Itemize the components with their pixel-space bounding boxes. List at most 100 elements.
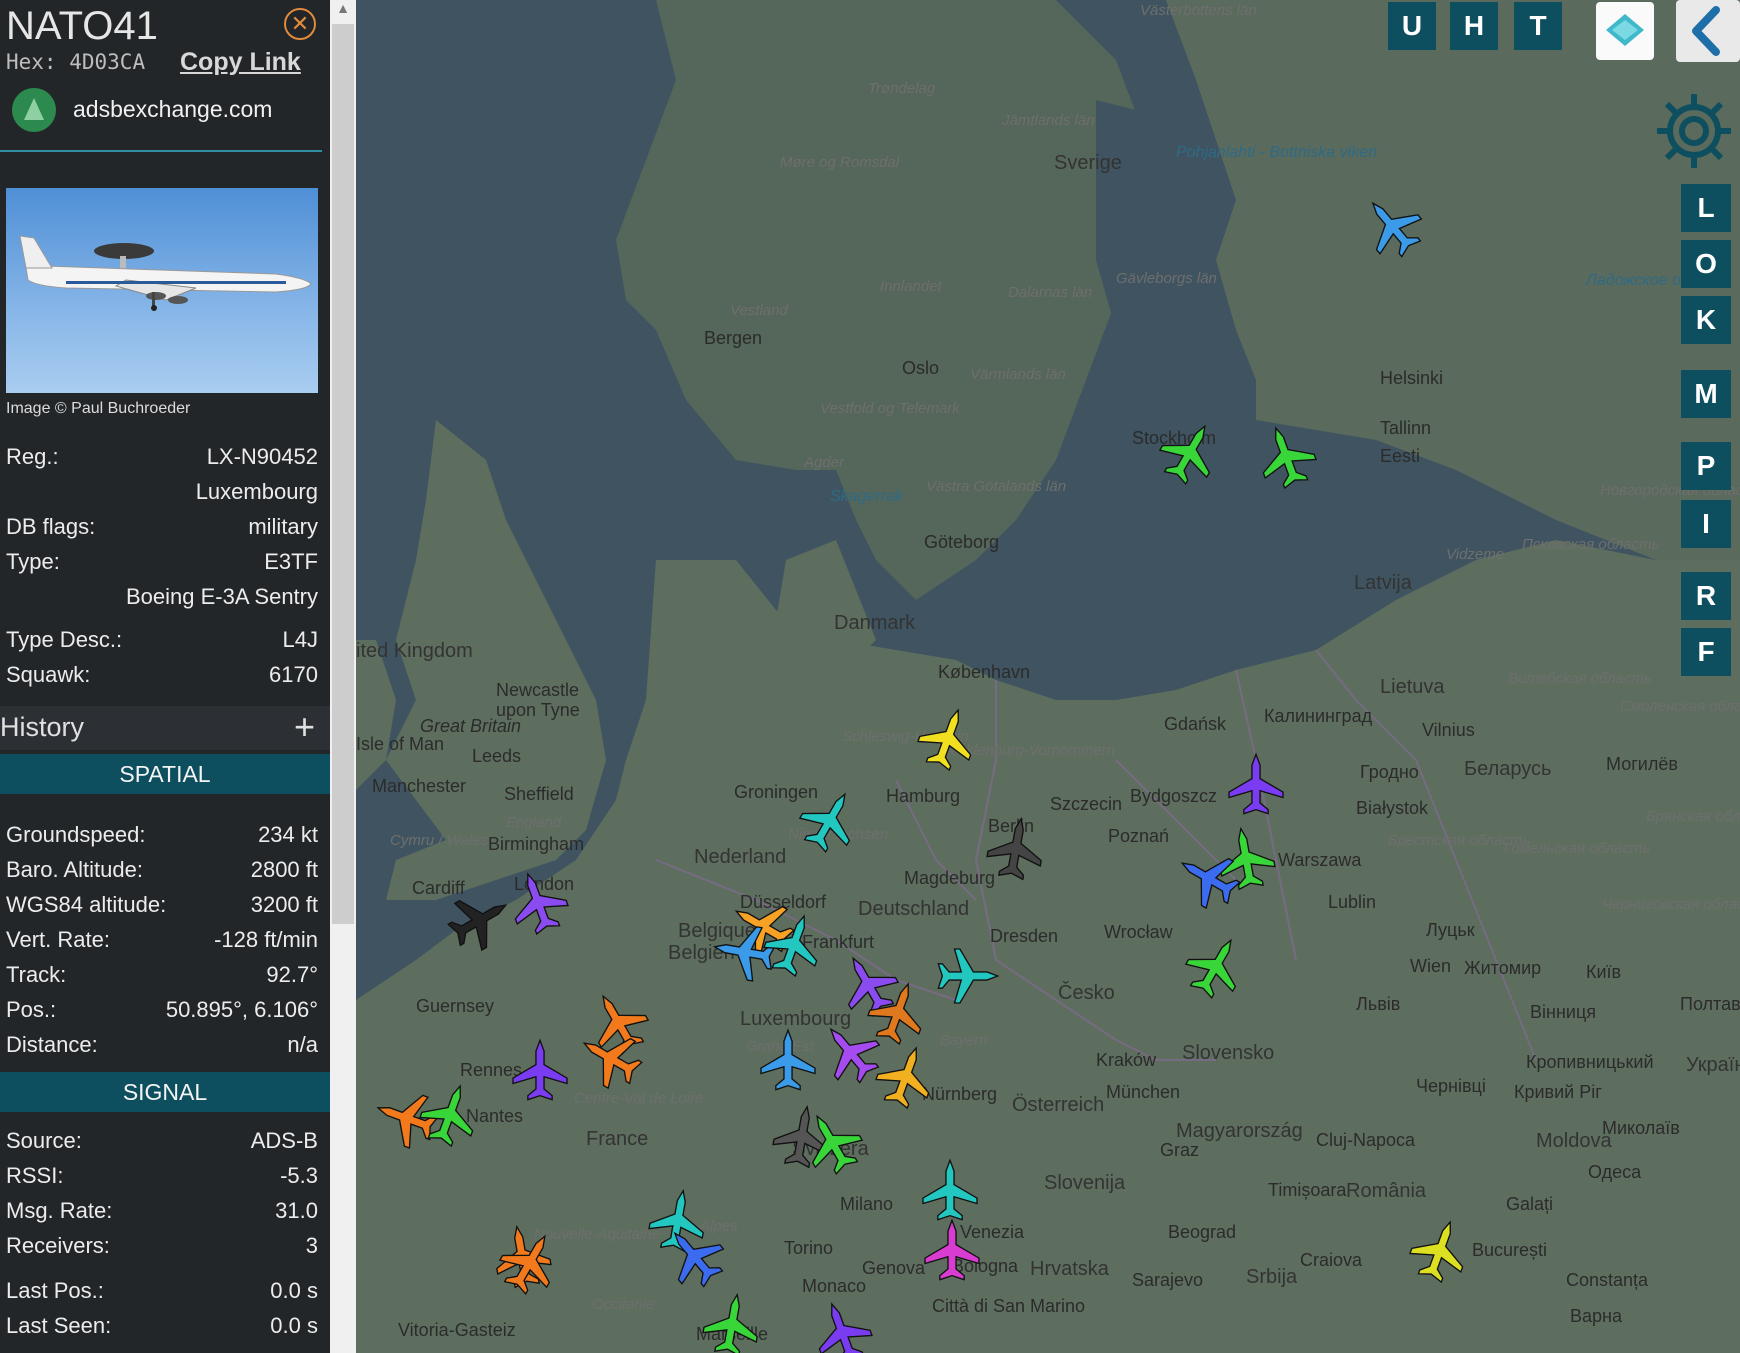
map-label-city: Кропивницький [1526,1052,1654,1072]
map-label-country: Belgique [678,920,756,942]
map-label-city: Миколаїв [1602,1118,1680,1138]
aircraft-photo[interactable] [6,188,318,393]
info-label: DB flags: [6,514,96,539]
map-button-r[interactable]: R [1681,572,1731,620]
map-label-city: London [514,874,575,894]
signal-row-last-seen: Last Seen: 0.0 s [0,1313,318,1343]
signal-value: ADS-B [250,1128,318,1153]
photo-credit: Image © Paul Buchroeder [6,400,191,417]
map-label-city: Newcastle upon Tyne [496,680,580,720]
map-label-region: Jämtlands län [1002,112,1095,129]
map-label-city: Tallinn [1380,418,1432,438]
map-label-city: Lublin [1328,892,1377,912]
map-label-region: Nouvelle-Aquitaine [534,1226,660,1243]
map-label-city: Полтава [1680,994,1740,1014]
spatial-row-vert-rate: Vert. Rate: -128 ft/min [0,927,318,957]
info-row-country: Luxembourg [0,479,318,509]
info-label: Reg.: [6,444,59,469]
map-label-region: Centre-Val de Loire [574,1090,704,1107]
map-label-country: Hrvatska [1030,1258,1109,1280]
map-label-city: Луцьк [1426,920,1475,940]
map-label-city: Cardiff [412,878,465,898]
scrollbar-thumb[interactable] [332,24,354,924]
map-label-city: Frankfurt [802,932,875,952]
map-label-city: Birmingham [488,834,585,854]
map-label-city: Magdeburg [904,868,996,888]
spatial-label: Track: [6,962,67,987]
map-label-city: Białystok [1356,798,1429,818]
copy-link-button[interactable]: Copy Link [180,48,301,77]
map-label-country: Україна [1686,1054,1740,1076]
map-label-city: Nantes [466,1106,524,1126]
signal-row-receivers: Receivers: 3 [0,1233,318,1263]
chevron-left-icon [1692,6,1720,56]
hex-code: 4D03CA [69,50,146,74]
info-row-reg: Reg.: LX-N90452 [0,444,318,474]
map-button-i[interactable]: I [1681,500,1731,548]
map-label-region: Värmlands län [970,366,1066,383]
sidebar-scrollbar[interactable]: ▲ [330,0,356,1353]
spatial-section-header: SPATIAL [0,754,330,794]
map-label-country: ited Kingdom [356,640,473,662]
map-label-region: Grand Est [746,1038,814,1055]
map-label-country: Österreich [1012,1094,1105,1116]
map-label-city: Constanța [1566,1270,1649,1290]
history-section-header[interactable]: History + [0,706,330,750]
spatial-row-position: Pos.: 50.895°, 6.106° [0,997,318,1027]
map-label-region: Cymru / Wales [390,832,489,849]
signal-section-header: SIGNAL [0,1072,330,1112]
signal-row-last-pos: Last Pos.: 0.0 s [0,1278,318,1308]
map-label-city: Timișoara [1268,1180,1347,1200]
map-label-city: Monaco [802,1276,867,1296]
map-label-city: Groningen [734,782,819,802]
spatial-value: 50.895°, 6.106° [165,997,318,1022]
map-label-region: Gävleborgs län [1116,270,1217,287]
map-button-u[interactable]: U [1388,2,1436,50]
map-label-country: România [1346,1180,1427,1202]
map-label-city: Sheffield [504,784,574,804]
spatial-row-groundspeed: Groundspeed: 234 kt [0,822,318,852]
map-label-city: Львів [1356,994,1401,1014]
map-label-region: Møre og Romsdal [780,154,900,171]
signal-row-rssi: RSSI: -5.3 [0,1163,318,1193]
expand-history-button[interactable]: + [294,706,315,748]
map-label-country: Moldova [1536,1130,1612,1152]
close-icon: ✕ [290,11,310,36]
map-button-h[interactable]: H [1450,2,1498,50]
map-label-city: München [1106,1082,1181,1102]
spatial-value: -128 ft/min [214,927,318,952]
map-button-m[interactable]: M [1681,370,1731,418]
scroll-up-arrow-icon[interactable]: ▲ [330,0,356,22]
map-label-city: Bydgoszcz [1130,786,1218,806]
map-button-l[interactable]: L [1681,184,1731,232]
map-label-country: France [586,1128,649,1150]
map-label-country: Česko [1058,982,1115,1004]
map-button-p[interactable]: P [1681,442,1731,490]
map-label-region: Витебская область [1508,670,1652,687]
info-row-type-name: Boeing E-3A Sentry [0,584,318,614]
close-panel-button[interactable]: ✕ [284,8,316,40]
map-label-city: Gdańsk [1164,714,1227,734]
map-label-city: Torino [784,1238,834,1258]
map-label-country: Беларусь [1464,758,1552,780]
collapse-sidebar-button[interactable] [1676,0,1740,62]
spatial-row-baro-altitude: Baro. Altitude: 2800 ft [0,857,318,887]
map-label-country: Lietuva [1380,676,1445,698]
map-layers-button[interactable] [1596,2,1654,60]
map-label-city: Wien [1410,956,1452,976]
aircraft-callsign: NATO41 [6,4,158,48]
map-label-region: Псковская область [1522,536,1660,553]
map-view[interactable]: Sverige Danmark Nederland Deutschland Be… [356,0,1740,1353]
map-button-o[interactable]: O [1681,240,1731,288]
map-label-country: Slovenija [1044,1172,1126,1194]
map-label-region: Vestfold og Telemark [820,400,960,417]
map-label-city: Житомир [1464,958,1542,978]
map-button-f[interactable]: F [1681,628,1731,676]
map-label-region: Черниговская область [1602,896,1740,913]
history-title: History [0,712,85,742]
spatial-label: Pos.: [6,997,57,1022]
map-button-k[interactable]: K [1681,296,1731,344]
adsbexchange-link[interactable]: adsbexchange.com [73,96,272,123]
map-button-t[interactable]: T [1514,2,1562,50]
settings-button[interactable] [1651,88,1737,174]
